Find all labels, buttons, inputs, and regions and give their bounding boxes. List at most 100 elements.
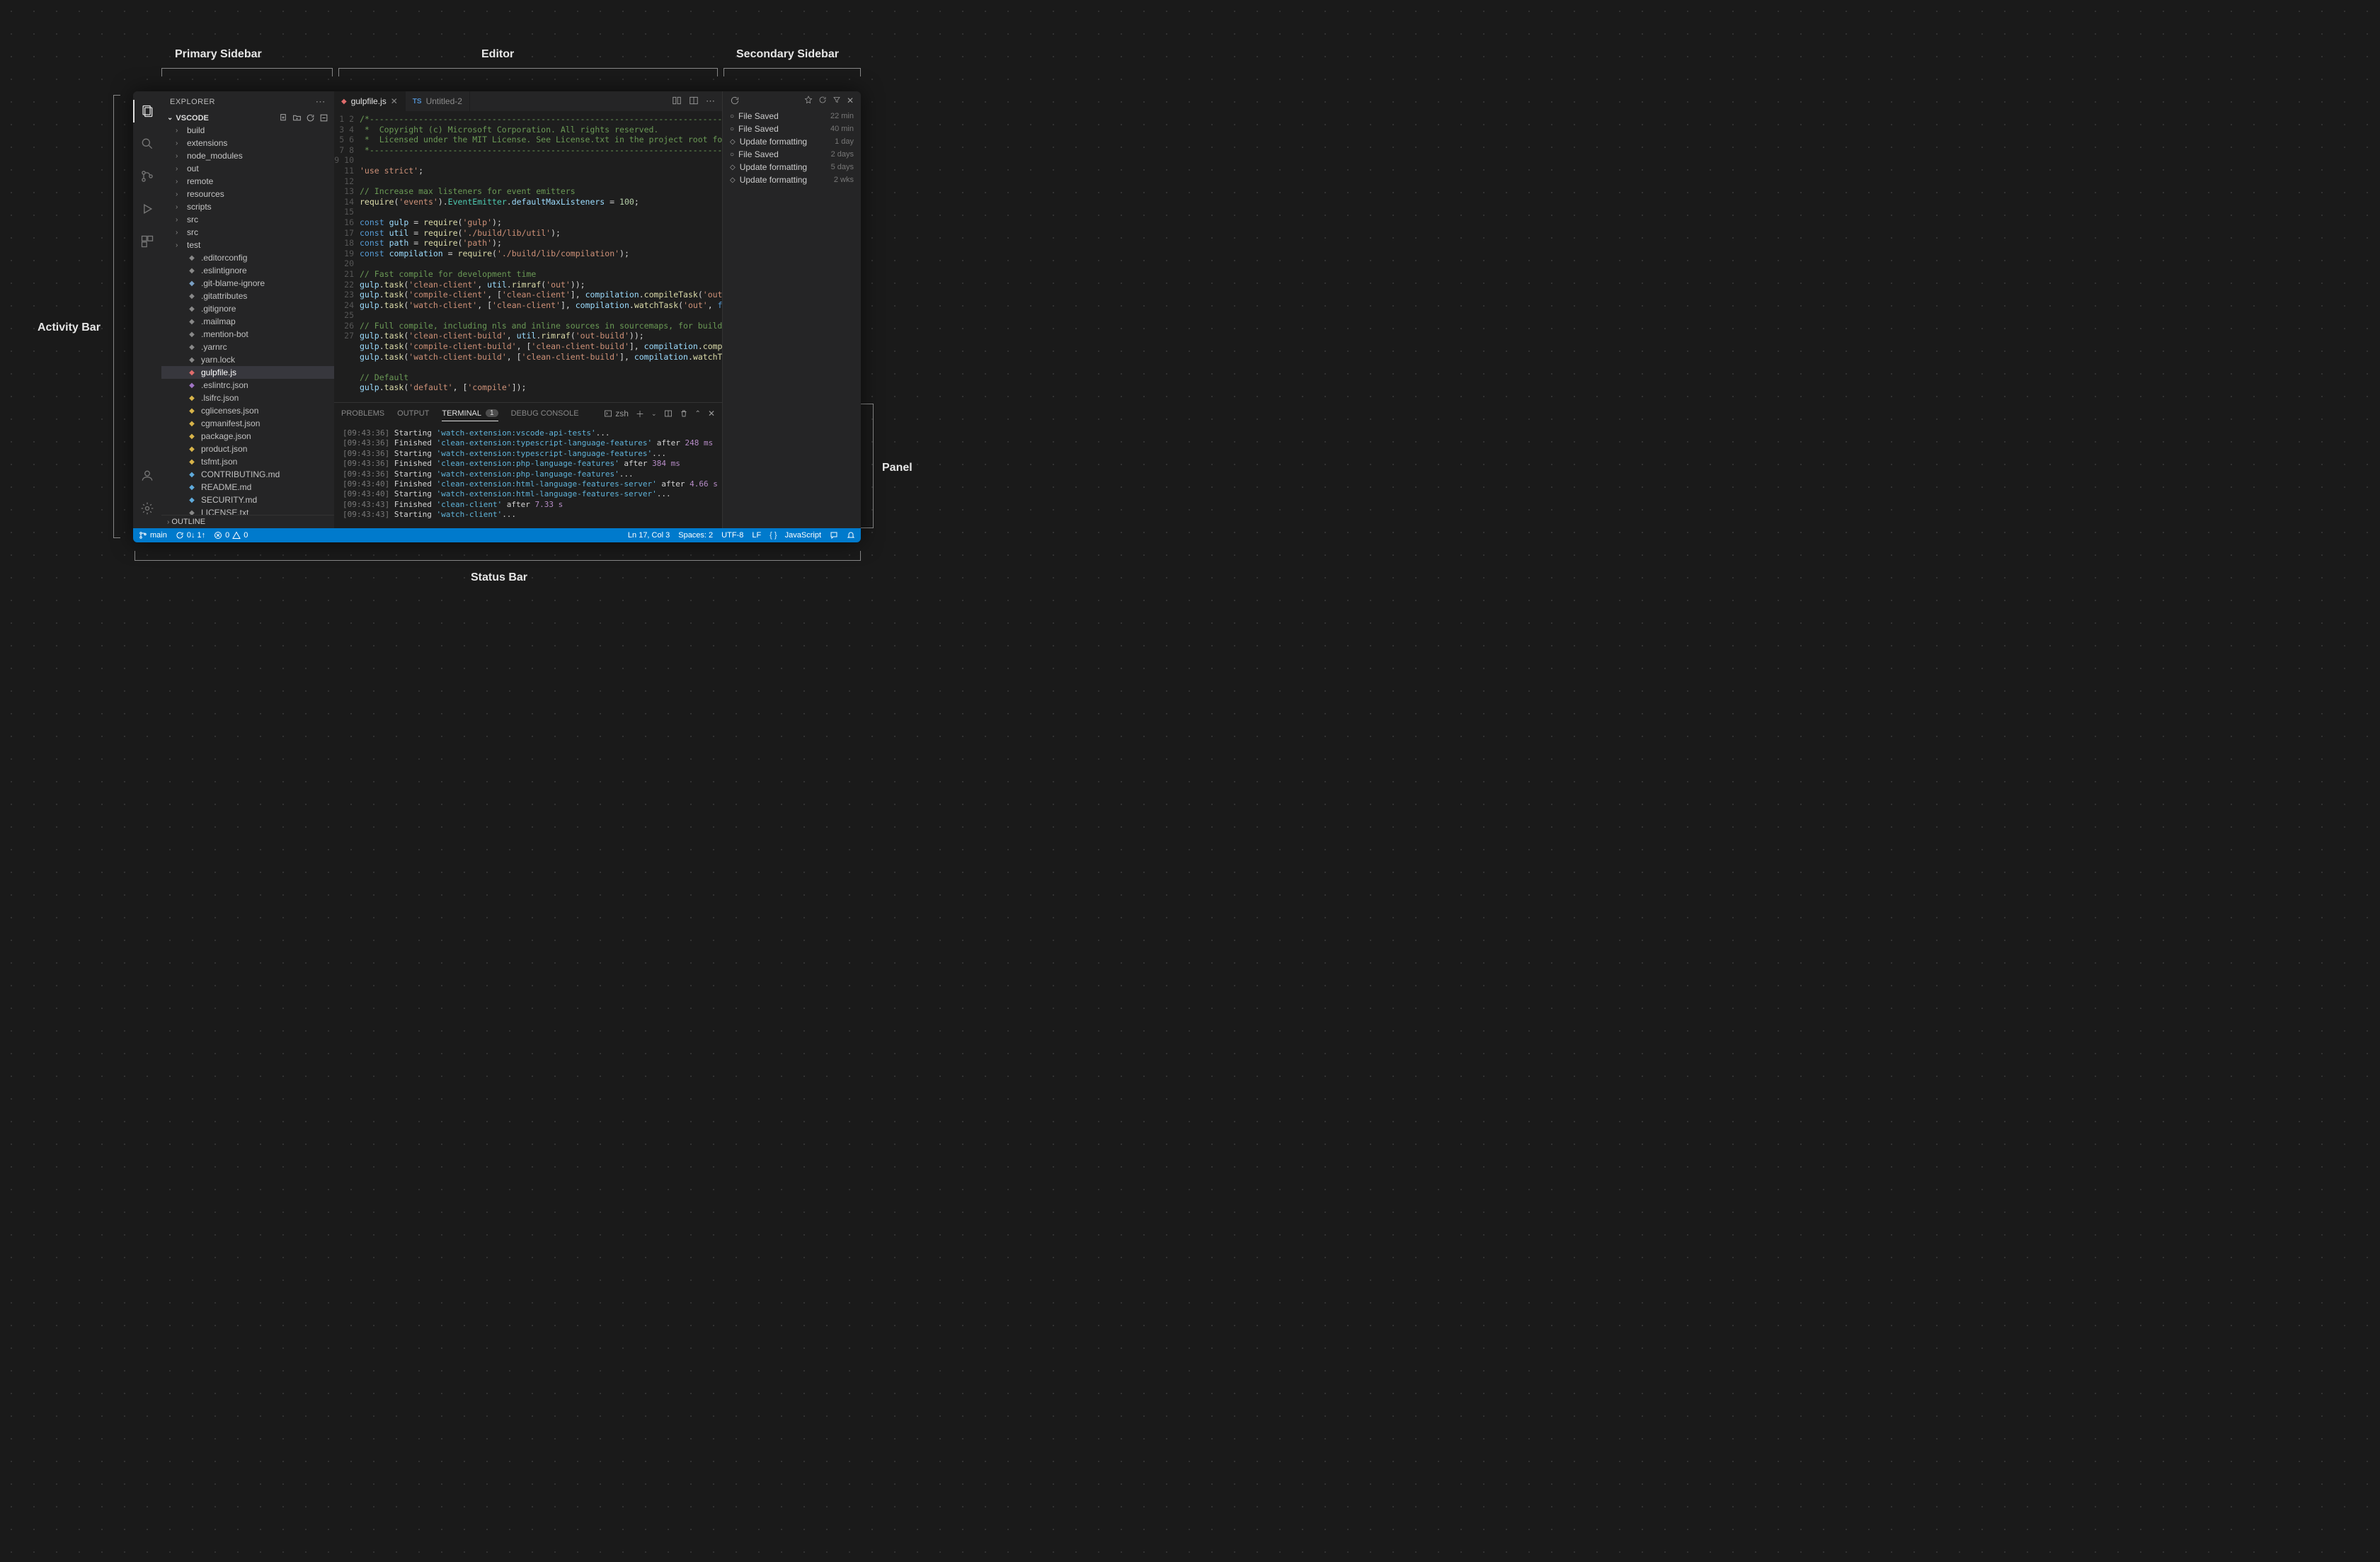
status-encoding[interactable]: UTF-8 — [721, 531, 743, 540]
label-activity-bar: Activity Bar — [38, 321, 101, 334]
file-icon: ◆ — [187, 343, 197, 351]
status-spaces[interactable]: Spaces: 2 — [678, 531, 713, 540]
timeline-item[interactable]: ○File Saved2 days — [723, 148, 861, 161]
primary-sidebar: EXPLORER ⋯ ⌄ VSCODE ›build›extensions›no… — [161, 91, 334, 528]
collapse-icon[interactable] — [319, 113, 328, 122]
timeline-item[interactable]: ○File Saved22 min — [723, 110, 861, 122]
folder-build[interactable]: ›build — [161, 124, 334, 137]
tab-Untitled-2[interactable]: TSUntitled-2 — [406, 91, 470, 111]
timeline-item[interactable]: ◇Update formatting2 wks — [723, 173, 861, 186]
folder-out[interactable]: ›out — [161, 162, 334, 175]
file-.gitignore[interactable]: ◆.gitignore — [161, 302, 334, 315]
folder-resources[interactable]: ›resources — [161, 188, 334, 200]
terminal-shell-selector[interactable]: zsh — [604, 409, 629, 418]
file-.git-blame-ignore[interactable]: ◆.git-blame-ignore — [161, 277, 334, 290]
status-bell-icon[interactable] — [847, 531, 855, 540]
folder-test[interactable]: ›test — [161, 239, 334, 251]
file-gulpfile.js[interactable]: ◆gulpfile.js — [161, 366, 334, 379]
filter-icon[interactable] — [833, 96, 841, 106]
file-.editorconfig[interactable]: ◆.editorconfig — [161, 251, 334, 264]
timeline-item[interactable]: ◇Update formatting5 days — [723, 161, 861, 173]
status-eol[interactable]: LF — [752, 531, 761, 540]
close-tab-icon[interactable]: ✕ — [391, 96, 398, 106]
file-.mailmap[interactable]: ◆.mailmap — [161, 315, 334, 328]
chevron-right-icon[interactable]: › — [167, 518, 169, 526]
refresh-icon[interactable] — [306, 113, 315, 122]
file-CONTRIBUTING.md[interactable]: ◆CONTRIBUTING.md — [161, 468, 334, 481]
panel-tab-problems[interactable]: PROBLEMS — [341, 409, 384, 418]
new-folder-icon[interactable] — [292, 113, 302, 122]
folder-src[interactable]: ›src — [161, 213, 334, 226]
panel-tab-debug-console[interactable]: DEBUG CONSOLE — [511, 409, 579, 418]
folder-scripts[interactable]: ›scripts — [161, 200, 334, 213]
terminal-output[interactable]: [09:43:36] Starting 'watch-extension:vsc… — [334, 424, 722, 528]
code-content[interactable]: /*--------------------------------------… — [360, 111, 722, 402]
activity-extensions-icon[interactable] — [133, 227, 161, 256]
refresh2-icon[interactable] — [818, 96, 827, 106]
activity-settings-icon[interactable] — [133, 494, 161, 523]
tab-gulpfile.js[interactable]: ◆gulpfile.js✕ — [334, 91, 406, 111]
new-file-icon[interactable] — [279, 113, 288, 122]
split-icon[interactable] — [689, 96, 699, 107]
folder-src[interactable]: ›src — [161, 226, 334, 239]
pin-icon[interactable] — [804, 96, 813, 106]
timeline-item[interactable]: ◇Update formatting1 day — [723, 135, 861, 148]
compare-icon[interactable] — [672, 96, 682, 107]
file-LICENSE.txt[interactable]: ◆LICENSE.txt — [161, 506, 334, 515]
outline-section-label[interactable]: OUTLINE — [171, 518, 205, 526]
close-panel-icon[interactable]: ✕ — [708, 409, 715, 418]
file-tree: ›build›extensions›node_modules›out›remot… — [161, 124, 334, 515]
chevron-up-icon[interactable]: ⌃ — [695, 410, 701, 418]
folder-label: test — [187, 240, 200, 250]
chevron-right-icon: › — [176, 178, 183, 186]
status-branch[interactable]: main — [139, 531, 167, 540]
activity-search-icon[interactable] — [133, 130, 161, 158]
panel-tab-output[interactable]: OUTPUT — [397, 409, 429, 418]
timeline-time: 1 day — [835, 137, 854, 146]
folder-node_modules[interactable]: ›node_modules — [161, 149, 334, 162]
bracket-activity — [113, 95, 120, 538]
file-README.md[interactable]: ◆README.md — [161, 481, 334, 494]
file-cgmanifest.json[interactable]: ◆cgmanifest.json — [161, 417, 334, 430]
file-icon: ◆ — [187, 496, 197, 504]
file-.gitattributes[interactable]: ◆.gitattributes — [161, 290, 334, 302]
status-errors[interactable]: 0 0 — [214, 531, 248, 540]
status-lncol[interactable]: Ln 17, Col 3 — [628, 531, 670, 540]
chevron-down-icon[interactable]: ⌄ — [167, 114, 173, 122]
file-tsfmt.json[interactable]: ◆tsfmt.json — [161, 455, 334, 468]
file-.yarnrc[interactable]: ◆.yarnrc — [161, 341, 334, 353]
status-lang[interactable]: { } JavaScript — [770, 531, 821, 540]
file-.mention-bot[interactable]: ◆.mention-bot — [161, 328, 334, 341]
file-product.json[interactable]: ◆product.json — [161, 443, 334, 455]
timeline-item[interactable]: ○File Saved40 min — [723, 122, 861, 135]
status-sync[interactable]: 0↓ 1↑ — [176, 531, 205, 540]
file-icon: ◆ — [187, 394, 197, 402]
new-terminal-icon[interactable]: ＋ — [636, 408, 644, 420]
file-.eslintrc.json[interactable]: ◆.eslintrc.json — [161, 379, 334, 392]
timeline-refresh-icon[interactable] — [730, 96, 740, 106]
sidebar-more-icon[interactable]: ⋯ — [316, 96, 326, 108]
file-cglicenses.json[interactable]: ◆cglicenses.json — [161, 404, 334, 417]
trash-icon[interactable] — [680, 409, 688, 418]
split-terminal-icon[interactable] — [664, 409, 673, 418]
activity-scm-icon[interactable] — [133, 162, 161, 190]
file-icon: ◆ — [187, 369, 197, 377]
activity-debug-icon[interactable] — [133, 195, 161, 223]
activity-explorer-icon[interactable] — [133, 97, 161, 125]
file-SECURITY.md[interactable]: ◆SECURITY.md — [161, 494, 334, 506]
bracket-secondary — [723, 68, 861, 76]
file-yarn.lock[interactable]: ◆yarn.lock — [161, 353, 334, 366]
activity-accounts-icon[interactable] — [133, 462, 161, 490]
folder-label: build — [187, 125, 205, 135]
close-sidebar-icon[interactable]: ✕ — [847, 96, 854, 106]
file-.lsifrc.json[interactable]: ◆.lsifrc.json — [161, 392, 334, 404]
folder-extensions[interactable]: ›extensions — [161, 137, 334, 149]
status-feedback-icon[interactable] — [830, 531, 838, 540]
more-icon[interactable]: ⋯ — [706, 96, 715, 107]
folder-remote[interactable]: ›remote — [161, 175, 334, 188]
panel-tab-terminal[interactable]: TERMINAL1 — [442, 409, 498, 421]
file-package.json[interactable]: ◆package.json — [161, 430, 334, 443]
file-.eslintignore[interactable]: ◆.eslintignore — [161, 264, 334, 277]
terminal-dropdown-icon[interactable]: ⌄ — [651, 410, 657, 418]
file-icon: ◆ — [187, 254, 197, 262]
